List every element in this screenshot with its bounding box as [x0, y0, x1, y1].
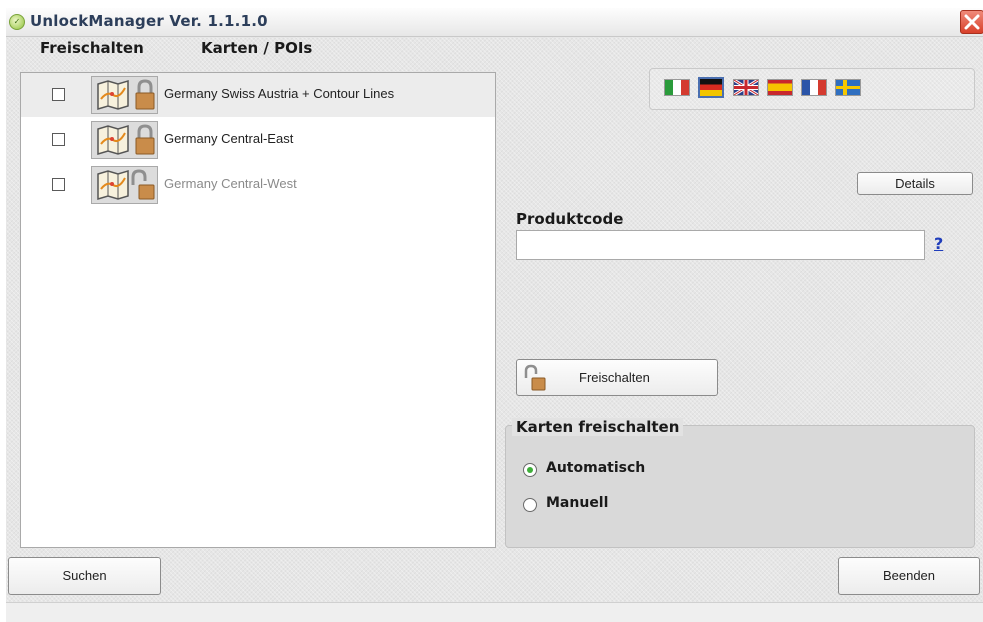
close-icon — [964, 14, 980, 30]
map-icon — [97, 169, 129, 201]
unlock-mode-group: Karten freischalten Automatisch Manuell — [505, 418, 975, 548]
map-name: Germany Swiss Austria + Contour Lines — [164, 86, 395, 101]
italian-flag-icon[interactable] — [664, 79, 690, 96]
radio-automatic[interactable] — [523, 463, 537, 477]
swedish-flag-icon[interactable] — [835, 79, 861, 96]
unlock-button-label: Freischalten — [579, 370, 650, 385]
map-thumbnail — [91, 76, 158, 114]
uk-flag-icon[interactable] — [733, 79, 759, 96]
details-button[interactable]: Details — [857, 172, 973, 195]
map-name: Germany Central-East — [164, 131, 294, 146]
unlock-checkbox[interactable] — [52, 178, 65, 191]
map-name: Germany Central-West — [164, 176, 297, 191]
unlock-manager-window: ✓ UnlockManager Ver. 1.1.1.0 Freischalte… — [6, 8, 983, 622]
list-item[interactable]: Germany Central-West — [21, 163, 495, 207]
german-flag-icon[interactable] — [698, 77, 724, 98]
unlock-button[interactable]: Freischalten — [516, 359, 718, 396]
column-header-unlock: Freischalten — [40, 39, 144, 57]
status-bar — [6, 602, 983, 622]
language-selector — [649, 68, 975, 110]
product-code-label: Produktcode — [516, 210, 624, 228]
radio-manual-label[interactable]: Manuell — [546, 495, 608, 511]
window-title: UnlockManager Ver. 1.1.1.0 — [30, 12, 268, 30]
unlock-mode-legend: Karten freischalten — [512, 418, 684, 436]
french-flag-icon[interactable] — [801, 79, 827, 96]
app-icon: ✓ — [9, 14, 25, 30]
map-icon — [97, 79, 129, 111]
lock-open-icon — [131, 169, 155, 200]
exit-button[interactable]: Beenden — [838, 557, 980, 595]
radio-manual[interactable] — [523, 498, 537, 512]
unlock-checkbox[interactable] — [52, 133, 65, 146]
search-button[interactable]: Suchen — [8, 557, 161, 595]
list-item[interactable]: Germany Central-East — [21, 118, 495, 162]
title-bar: ✓ UnlockManager Ver. 1.1.1.0 — [6, 8, 983, 37]
product-code-input[interactable] — [516, 230, 925, 260]
close-button[interactable] — [960, 10, 983, 34]
lock-open-icon — [524, 364, 546, 391]
lock-closed-icon — [135, 79, 155, 110]
list-item[interactable]: Germany Swiss Austria + Contour Lines — [21, 73, 495, 117]
spanish-flag-icon[interactable] — [767, 79, 793, 96]
unlock-checkbox[interactable] — [52, 88, 65, 101]
radio-automatic-label[interactable]: Automatisch — [546, 460, 645, 476]
map-icon — [97, 124, 129, 156]
map-list: Germany Swiss Austria + Contour Lines Ge… — [20, 72, 496, 548]
product-code-help-link[interactable]: ? — [934, 234, 943, 253]
map-thumbnail — [91, 121, 158, 159]
map-thumbnail — [91, 166, 158, 204]
lock-closed-icon — [135, 124, 155, 155]
column-header-maps: Karten / POIs — [201, 39, 313, 57]
